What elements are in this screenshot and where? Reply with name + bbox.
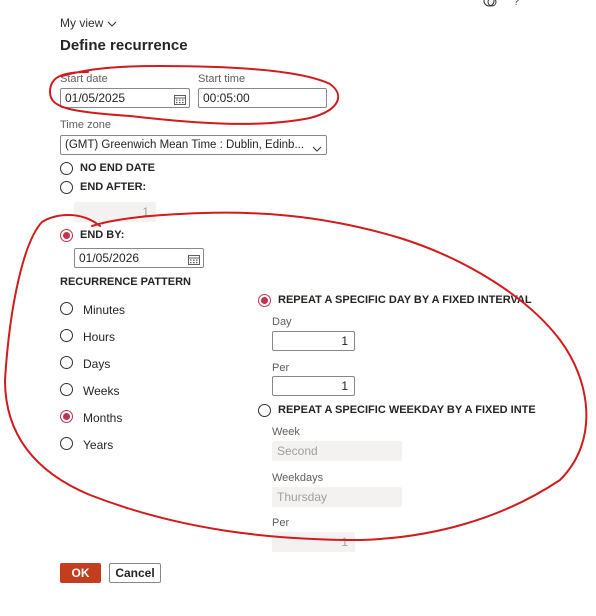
no-end-date-label: NO END DATE [80, 162, 155, 174]
repeat-specific-day-label: REPEAT A SPECIFIC DAY BY A FIXED INTERVA… [278, 294, 532, 306]
weekdays-field[interactable]: Thursday [272, 487, 402, 507]
pattern-months-radio[interactable] [60, 410, 73, 423]
pattern-years-label: Years [83, 438, 114, 452]
pattern-years-radio[interactable] [60, 437, 73, 450]
week-field[interactable]: Second [272, 441, 402, 461]
week-value: Second [277, 444, 318, 458]
my-view-label: My view [60, 16, 104, 30]
per-field[interactable]: 1 [272, 376, 355, 396]
day-label: Day [272, 316, 292, 328]
start-date-value: 01/05/2025 [65, 91, 126, 105]
cancel-button[interactable]: Cancel [109, 563, 161, 583]
per-label-2: Per [272, 517, 290, 529]
pattern-hours-radio[interactable] [60, 329, 73, 342]
no-end-date-radio[interactable] [60, 162, 73, 175]
repeat-specific-weekday-label: REPEAT A SPECIFIC WEEKDAY BY A FIXED INT… [278, 404, 536, 416]
end-after-label: END AFTER: [80, 181, 147, 193]
start-date-label: Start date [60, 73, 108, 85]
start-time-field[interactable]: 00:05:00 [198, 88, 327, 108]
calendar-icon[interactable] [174, 92, 186, 105]
repeat-specific-weekday-radio[interactable] [258, 404, 271, 417]
end-by-date-value: 01/05/2026 [79, 251, 140, 265]
pattern-hours-label: Hours [83, 330, 116, 344]
end-after-count-value: 1 [142, 205, 149, 219]
page-title: Define recurrence [60, 37, 188, 54]
pattern-weeks-radio[interactable] [60, 383, 73, 396]
ok-button[interactable]: OK [60, 563, 101, 583]
day-field[interactable]: 1 [272, 331, 355, 351]
per-label: Per [272, 362, 290, 374]
my-view-dropdown[interactable]: My view [60, 16, 117, 31]
chevron-down-icon [107, 17, 117, 31]
start-time-value: 00:05:00 [203, 91, 250, 105]
recurrence-pattern-heading: RECURRENCE PATTERN [60, 276, 191, 288]
help-icon[interactable]: ? [513, 0, 520, 8]
repeat-specific-day-radio[interactable] [258, 294, 271, 307]
pattern-days-label: Days [83, 357, 111, 371]
pattern-weeks-label: Weeks [83, 384, 120, 398]
end-after-count-field[interactable]: 1 [74, 202, 156, 222]
weekdays-label: Weekdays [272, 472, 324, 484]
start-date-field[interactable]: 01/05/2025 [60, 88, 190, 108]
weekdays-value: Thursday [277, 490, 328, 504]
week-label: Week [272, 426, 300, 438]
end-after-radio[interactable] [60, 181, 73, 194]
end-by-date-field[interactable]: 01/05/2026 [74, 248, 204, 268]
pattern-minutes-radio[interactable] [60, 302, 73, 315]
per-value: 1 [341, 379, 348, 393]
pattern-minutes-label: Minutes [83, 303, 126, 317]
per-value-2: 1 [341, 535, 348, 549]
feedback-icon[interactable] [483, 0, 497, 8]
per-field-2[interactable]: 1 [272, 532, 355, 552]
time-zone-label: Time zone [60, 119, 111, 131]
calendar-icon[interactable] [188, 252, 200, 265]
pattern-days-radio[interactable] [60, 356, 73, 369]
end-by-label: END BY: [80, 229, 125, 241]
start-time-label: Start time [198, 73, 246, 85]
pattern-months-label: Months [83, 411, 123, 425]
day-value: 1 [341, 334, 348, 348]
chevron-down-icon [312, 141, 322, 154]
end-by-radio[interactable] [60, 229, 73, 242]
time-zone-value: (GMT) Greenwich Mean Time : Dublin, Edin… [65, 139, 305, 151]
time-zone-select[interactable]: (GMT) Greenwich Mean Time : Dublin, Edin… [60, 135, 327, 155]
